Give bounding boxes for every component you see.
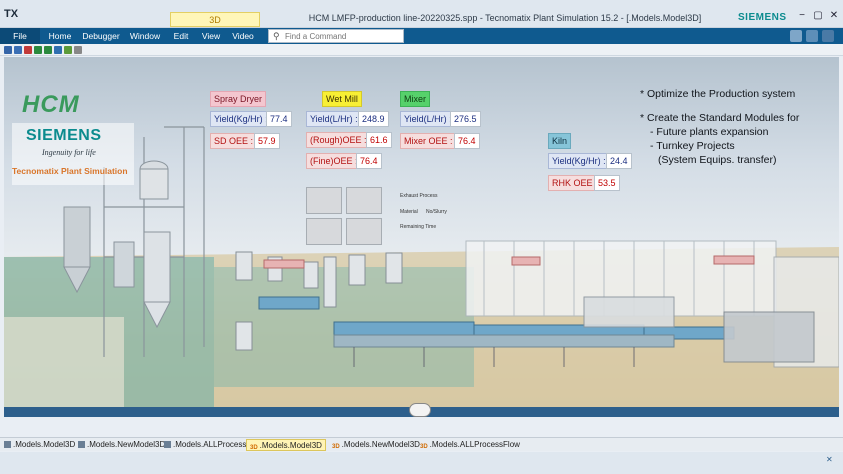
wet-mill-yield-value: 248.9: [358, 111, 389, 127]
window-tab-3d-newmodel3d[interactable]: 3D .Models.NewModel3D: [332, 439, 420, 451]
spray-dryer-oee-value: 57.9: [254, 133, 280, 149]
scrollbar-thumb[interactable]: [409, 403, 431, 417]
window-tab-newmodel3d[interactable]: .Models.NewModel3D: [78, 439, 165, 451]
frame-icon: [78, 441, 85, 448]
material-label: Material: [400, 209, 418, 215]
note-line: * Create the Standard Modules for: [640, 112, 800, 124]
process-chart-panels: [306, 187, 386, 249]
search-icon: ⚲: [273, 31, 280, 41]
material-value: No/Slurry: [426, 209, 447, 215]
spray-dryer-oee-label: SD OEE :: [210, 133, 258, 149]
mixer-yield-value: 276.5: [450, 111, 481, 127]
wet-mill-rough-oee-value: 61.6: [366, 132, 392, 148]
chart-panel[interactable]: [306, 187, 342, 214]
spray-dryer-yield-label: Yield(Kg/Hr) :: [210, 111, 272, 127]
chart-panel[interactable]: [346, 218, 382, 245]
wet-mill-fine-oee-label: (Fine)OEE :: [306, 153, 362, 169]
3d-icon: 3D: [250, 445, 258, 451]
wet-mill-rough-oee-label: (Rough)OEE :: [306, 132, 371, 148]
window-tab-3d-allprocessflow[interactable]: 3D .Models.ALLProcessFlow: [420, 439, 520, 451]
find-command-box[interactable]: ⚲: [268, 29, 404, 43]
frame-icon: [164, 441, 171, 448]
frame-icon: [4, 441, 11, 448]
new-icon[interactable]: [4, 46, 12, 54]
chart-panel[interactable]: [346, 187, 382, 214]
step-icon[interactable]: [44, 46, 52, 54]
mixer-yield-label: Yield(L/Hr) :: [400, 111, 456, 127]
close-tab-icon[interactable]: ✕: [826, 455, 833, 464]
mixer-title[interactable]: Mixer: [400, 91, 430, 107]
window-tab-bar: .Models.Model3D .Models.NewModel3D .Mode…: [0, 437, 843, 451]
siemens-brand: SIEMENS: [738, 12, 787, 23]
tab-edit[interactable]: Edit: [168, 28, 194, 44]
note-line: - Future plants expansion: [650, 126, 769, 138]
window-title: HCM LMFP-production line-20220325.spp - …: [308, 13, 702, 23]
maximize-button[interactable]: ▢: [812, 10, 824, 22]
tab-file[interactable]: File: [0, 28, 40, 44]
viewport-scrollbar[interactable]: [4, 403, 839, 417]
tab-window[interactable]: Window: [126, 28, 164, 44]
window-tab-3d-model3d[interactable]: 3D .Models.Model3D: [246, 439, 326, 451]
layout-icon[interactable]: [64, 46, 72, 54]
chart-panel[interactable]: [306, 218, 342, 245]
ribbon-tab-bar: File Home Debugger Window Edit View Vide…: [0, 28, 843, 44]
3d-viewport[interactable]: HCM SIEMENS Ingenuity for life Tecnomati…: [4, 57, 839, 417]
stop-icon[interactable]: [24, 46, 32, 54]
siemens-logo: SIEMENS: [26, 127, 102, 144]
mixer-oee-value: 76.4: [454, 133, 480, 149]
context-tab-3d[interactable]: 3D: [170, 12, 260, 27]
3d-icon: 3D: [420, 444, 428, 450]
window-tab-model3d[interactable]: .Models.Model3D: [4, 439, 75, 451]
find-command-input[interactable]: [285, 31, 401, 41]
title-bar: TX 3D HCM LMFP-production line-20220325.…: [0, 0, 843, 28]
close-doc-icon[interactable]: [822, 30, 834, 42]
objectives-notes: * Optimize the Production system * Creat…: [640, 87, 839, 167]
note-line: - Turnkey Projects: [650, 140, 735, 152]
save-icon[interactable]: [14, 46, 22, 54]
spray-dryer-yield-value: 77.4: [266, 111, 292, 127]
kiln-title[interactable]: Kiln: [548, 133, 572, 149]
siemens-tagline: Ingenuity for life: [42, 148, 96, 157]
app-short-name: TX: [4, 8, 19, 20]
kiln-oee-value: 53.5: [594, 175, 620, 191]
quick-access-toolbar: [0, 44, 843, 56]
mixer-oee-label: Mixer OEE :: [400, 133, 457, 149]
kiln-yield-label: Yield(Kg/Hr) :: [548, 153, 610, 169]
product-name: Tecnomatix Plant Simulation: [12, 166, 128, 176]
exhaust-process-label: Exhaust Process: [400, 193, 438, 199]
hcm-logo: HCM: [22, 91, 80, 118]
reset-icon[interactable]: [54, 46, 62, 54]
tab-video[interactable]: Video: [228, 28, 258, 44]
wet-mill-yield-label: Yield(L/Hr) :: [306, 111, 362, 127]
close-button[interactable]: ✕: [828, 10, 840, 22]
kiln-yield-value: 24.4: [606, 153, 632, 169]
tab-view[interactable]: View: [198, 28, 224, 44]
tab-debugger[interactable]: Debugger: [80, 28, 122, 44]
note-line: [640, 101, 839, 111]
help-icon[interactable]: [790, 30, 802, 42]
plant-simulation-window: TX 3D HCM LMFP-production line-20220325.…: [0, 0, 843, 474]
play-icon[interactable]: [34, 46, 42, 54]
tab-home[interactable]: Home: [44, 28, 76, 44]
spray-dryer-title[interactable]: Spray Dryer: [210, 91, 267, 107]
wet-mill-title[interactable]: Wet Mill: [322, 91, 362, 107]
restore-icon[interactable]: [806, 30, 818, 42]
remaining-time-label: Remaining Time: [400, 224, 437, 230]
note-line: (System Equips. transfer): [658, 154, 777, 166]
minimize-button[interactable]: −: [796, 10, 808, 22]
wet-mill-fine-oee-value: 76.4: [356, 153, 382, 169]
status-bar: ✕: [0, 452, 843, 474]
more-icon[interactable]: [74, 46, 82, 54]
3d-icon: 3D: [332, 444, 340, 450]
siemens-logo-card: SIEMENS Ingenuity for life Tecnomatix Pl…: [12, 123, 134, 185]
note-line: * Optimize the Production system: [640, 88, 796, 100]
